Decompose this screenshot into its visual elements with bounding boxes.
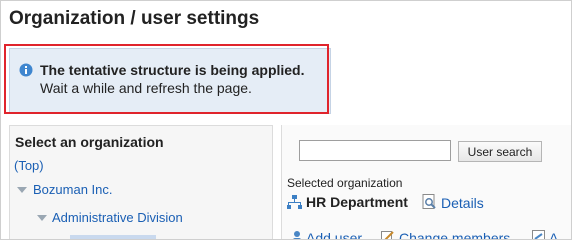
organization-icon	[287, 195, 302, 209]
tree-item-administrative-division[interactable]: Administrative Division	[52, 210, 183, 225]
selected-organization-label: Selected organization	[287, 176, 403, 190]
user-search-button[interactable]: User search	[458, 141, 542, 162]
tree-selected-item[interactable]	[70, 235, 156, 239]
details-link[interactable]: Details	[441, 195, 484, 211]
window-frame: Organization / user settings The tentati…	[0, 0, 572, 240]
details-icon[interactable]	[422, 194, 437, 210]
tree-item-top[interactable]: (Top)	[14, 158, 44, 173]
change-members-icon	[381, 231, 394, 239]
change-members-link[interactable]: Change members	[399, 230, 510, 239]
expand-arrow-icon[interactable]	[37, 215, 47, 221]
selected-organization-name: HR Department	[306, 194, 408, 210]
add-user-icon	[293, 231, 301, 239]
user-search-input[interactable]	[299, 140, 451, 161]
tree-item-bozuman[interactable]: Bozuman Inc.	[33, 182, 113, 197]
expand-arrow-icon[interactable]	[17, 187, 27, 193]
highlight-box	[4, 44, 329, 114]
action-link[interactable]: A	[549, 230, 558, 239]
page-title: Organization / user settings	[9, 8, 260, 29]
action-icon	[532, 230, 545, 239]
add-user-link[interactable]: Add user	[306, 230, 362, 239]
panel-heading: Select an organization	[15, 134, 164, 150]
